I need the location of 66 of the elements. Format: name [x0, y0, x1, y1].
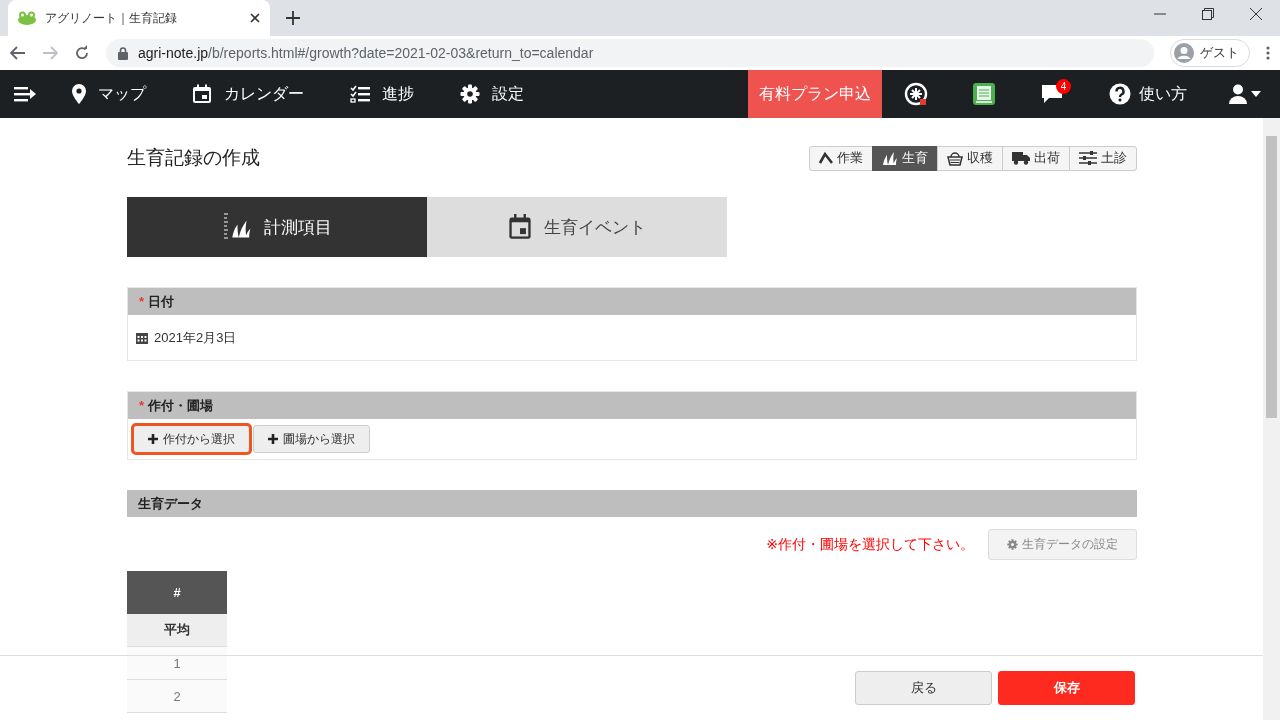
- new-tab-icon[interactable]: [286, 11, 300, 25]
- save-button[interactable]: 保存: [998, 671, 1135, 705]
- caret-icon[interactable]: [1251, 91, 1261, 97]
- help-link[interactable]: 使い方: [1086, 70, 1210, 118]
- required-mark: *: [139, 398, 145, 413]
- select-button[interactable]: 圃場から選択: [253, 425, 370, 453]
- scrollbar-thumb[interactable]: [1266, 136, 1277, 418]
- form-tab[interactable]: 計測項目: [127, 197, 427, 257]
- calendar-icon: [136, 331, 148, 344]
- sliders-icon: [1079, 151, 1097, 165]
- record-type-button[interactable]: 出荷: [1002, 145, 1070, 171]
- lock-icon: [118, 46, 128, 60]
- nav-link[interactable]: マップ: [50, 70, 169, 118]
- warning-message: ※作付・圃場を選択して下さい。: [766, 535, 974, 554]
- required-mark: *: [139, 294, 145, 309]
- close-icon[interactable]: [250, 13, 260, 23]
- plus-icon: [268, 434, 278, 444]
- reload-icon[interactable]: [74, 45, 90, 61]
- notification-badge: 4: [1056, 79, 1071, 94]
- asterisk-circle-icon[interactable]: [904, 82, 928, 106]
- close-icon[interactable]: [1250, 8, 1262, 20]
- menu-icon[interactable]: [14, 86, 36, 102]
- checklist-icon: [350, 85, 370, 103]
- basket-icon: [947, 150, 963, 166]
- scrollbar[interactable]: [1263, 118, 1280, 720]
- browser-tab[interactable]: アグリノート｜生育記録: [8, 0, 270, 36]
- calendar-icon: [508, 214, 532, 240]
- nav-link[interactable]: カレンダー: [169, 70, 327, 118]
- truck-icon: [1012, 151, 1030, 165]
- avatar-icon: [1174, 43, 1194, 63]
- record-type-button[interactable]: 生育: [872, 145, 938, 171]
- section-title: 作付・圃場: [148, 396, 214, 415]
- ruler-grass-icon: [222, 212, 252, 242]
- record-type-button[interactable]: 作業: [809, 145, 873, 171]
- row-number: 1: [127, 646, 227, 680]
- address-bar[interactable]: agri-note.jp/b/reports.html#/growth?date=2021-02-03&return_to=calendar: [106, 39, 1154, 67]
- select-button[interactable]: 作付から選択: [133, 425, 250, 453]
- calendar-icon: [192, 84, 212, 104]
- table-header: #: [127, 571, 227, 614]
- page-title: 生育記録の作成: [127, 146, 260, 170]
- url-text: agri-note.jp/b/reports.html#/growth?date=2021-02-03&return_to=calendar: [138, 45, 594, 61]
- average-row-label: 平均: [127, 614, 227, 647]
- record-type-button[interactable]: 収穫: [937, 145, 1003, 171]
- section-title: 日付: [148, 292, 175, 311]
- settings-icon: [1007, 539, 1018, 550]
- section-title: 生育データ: [138, 494, 203, 513]
- back-arrow-icon[interactable]: [10, 46, 26, 60]
- pin-icon: [72, 84, 86, 104]
- user-icon[interactable]: [1229, 84, 1247, 104]
- back-button[interactable]: 戻る: [855, 671, 992, 705]
- frog-icon: [18, 11, 36, 25]
- restore-icon[interactable]: [1202, 8, 1214, 20]
- chevron-icon: [819, 151, 833, 165]
- tab-title: アグリノート｜生育記録: [45, 9, 178, 27]
- nav-link[interactable]: 進捗: [327, 70, 437, 118]
- book-icon[interactable]: [972, 82, 996, 106]
- grass-icon: [882, 150, 898, 166]
- nav-link[interactable]: 設定: [437, 70, 547, 118]
- form-tab[interactable]: 生育イベント: [427, 197, 727, 257]
- settings-icon: [460, 84, 480, 104]
- more-menu-icon[interactable]: [1266, 46, 1270, 60]
- row-number: 2: [127, 679, 227, 713]
- plus-icon: [148, 434, 158, 444]
- date-value: 2021年2月3日: [154, 328, 237, 347]
- help-icon: [1109, 83, 1131, 105]
- record-type-button[interactable]: 土診: [1069, 145, 1137, 171]
